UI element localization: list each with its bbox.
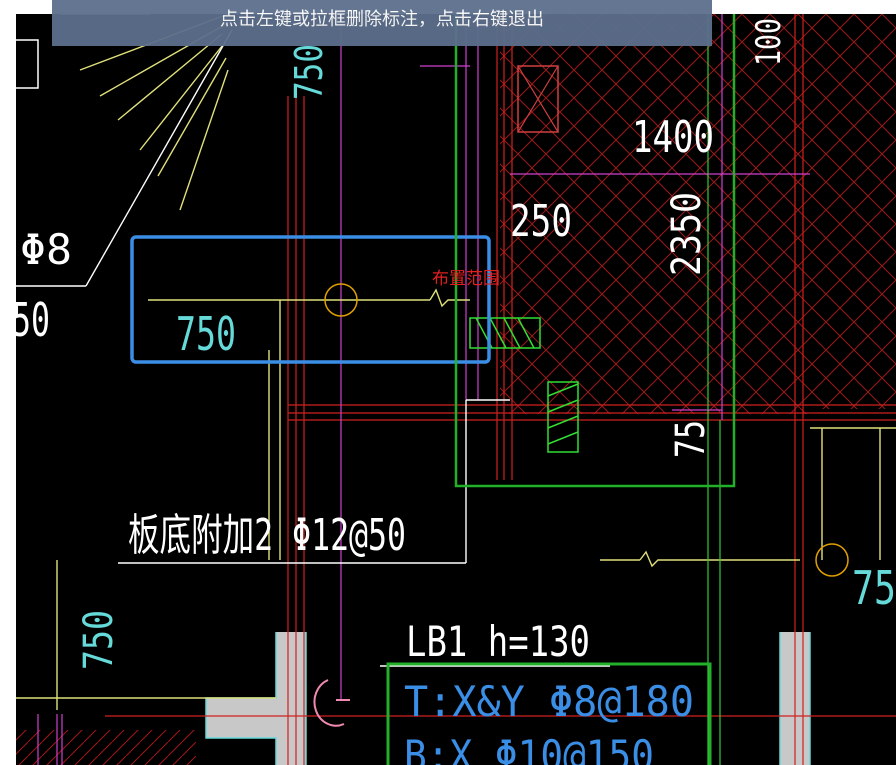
hatch-region-right bbox=[810, 14, 896, 409]
slab-top-rebar: T:X&Y Φ8@180 bbox=[404, 677, 694, 726]
slab-name: LB1 h=130 bbox=[406, 617, 590, 666]
cursor-circle bbox=[313, 679, 345, 727]
dim-750-left: 750 bbox=[287, 44, 331, 100]
slab-bottom-rebar: B:X Φ10@150 bbox=[404, 731, 654, 765]
dim-250: 250 bbox=[510, 196, 572, 247]
range-label: 布置范围 bbox=[432, 269, 500, 289]
dim-75-mid: 75 bbox=[668, 420, 714, 458]
drawing-svg[interactable]: 1400 250 2350 750 750 750 75 75 100 50 Φ… bbox=[16, 14, 896, 765]
dim-750-bottom: 750 bbox=[76, 610, 122, 670]
dim-50-left: 50 bbox=[16, 293, 50, 347]
cad-viewport[interactable]: 1400 250 2350 750 750 750 75 75 100 50 Φ… bbox=[0, 0, 896, 765]
dim-750-box: 750 bbox=[176, 307, 236, 361]
dim-75-right: 75 bbox=[852, 561, 896, 615]
dim-100: 100 bbox=[749, 18, 789, 66]
bottom-additional-rebar: 板底附加2 Φ12@50 bbox=[128, 510, 406, 561]
drawing-canvas[interactable]: 1400 250 2350 750 750 750 75 75 100 50 Φ… bbox=[16, 14, 896, 765]
rebar-phi8: Φ8 bbox=[20, 225, 72, 274]
rebar-node-circle-right bbox=[815, 543, 849, 577]
command-tip-bar: 点击左键或拉框删除标注，点击右键退出 bbox=[52, 0, 712, 46]
hatch-region-bottom-left bbox=[16, 730, 196, 765]
dim-2350: 2350 bbox=[664, 192, 710, 276]
dim-1400: 1400 bbox=[632, 112, 714, 163]
left-small-box bbox=[16, 39, 39, 89]
